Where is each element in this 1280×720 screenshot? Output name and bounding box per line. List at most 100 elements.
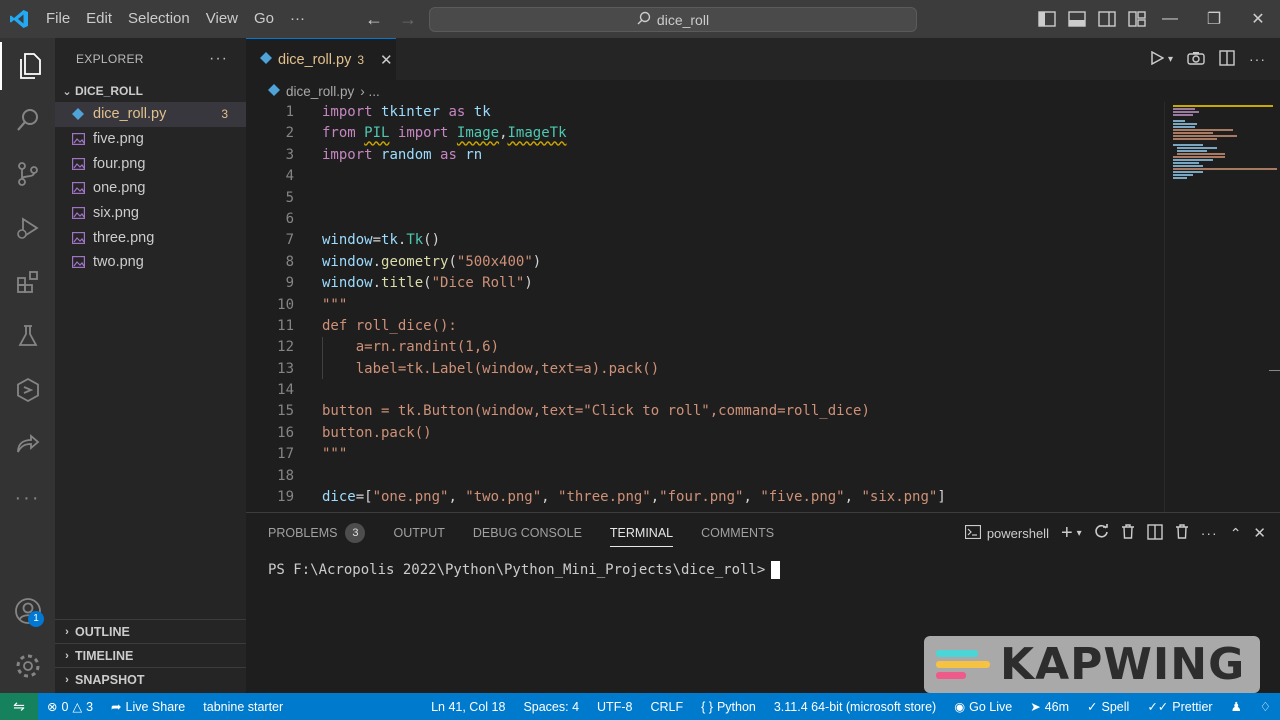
restore-icon[interactable]: ❐ — [1192, 0, 1236, 38]
encoding[interactable]: UTF-8 — [588, 700, 641, 714]
code-editor[interactable]: 1 import tkinter as tk 2 from PIL import I… — [246, 102, 1164, 512]
file-dice-roll-py[interactable]: dice_roll.py 3 — [55, 102, 246, 127]
arrow-left-icon[interactable]: ← — [362, 9, 386, 30]
breadcrumb-file[interactable]: dice_roll.py — [286, 84, 354, 99]
split-terminal-icon[interactable] — [1146, 523, 1163, 543]
more-actions-icon[interactable]: ··· — [1201, 525, 1218, 541]
kill-terminal-icon[interactable] — [1175, 524, 1189, 542]
vscode-logo-icon — [0, 0, 38, 38]
bell-icon[interactable]: ♢ — [1251, 699, 1280, 714]
python-interpreter[interactable]: 3.11.4 64-bit (microsoft store) — [765, 700, 945, 714]
testing-flask-icon[interactable] — [0, 312, 55, 360]
breadcrumb-rest[interactable]: › ... — [360, 84, 380, 99]
indent-guide — [322, 337, 323, 379]
file-six-png[interactable]: six.png — [55, 201, 246, 226]
menu-edit[interactable]: Edit — [78, 0, 120, 38]
search-activity-icon[interactable] — [0, 96, 55, 144]
source-control-icon[interactable] — [0, 150, 55, 198]
toggle-panel-icon[interactable] — [1066, 8, 1088, 30]
live-share-icon[interactable] — [0, 420, 55, 468]
minimize-icon[interactable]: — — [1148, 0, 1192, 38]
terminal-shell-selector[interactable]: powershell — [964, 524, 1049, 542]
new-terminal-icon[interactable]: + — [1061, 522, 1073, 545]
file-five-png[interactable]: five.png — [55, 127, 246, 152]
camera-icon[interactable] — [1187, 51, 1205, 68]
line-endings[interactable]: CRLF — [641, 700, 692, 714]
accounts-icon[interactable]: 1 — [0, 587, 55, 635]
remote-indicator-icon[interactable]: ⇋ — [0, 693, 38, 720]
terminal-output[interactable]: PS F:\Acropolis 2022\Python\Python_Mini_… — [268, 561, 781, 579]
problems-status[interactable]: ⊗ 0 △ 3 — [38, 699, 102, 715]
tab-problems[interactable]: PROBLEMS 3 — [268, 513, 366, 553]
go-live-label: Go Live — [969, 699, 1013, 714]
menu-file[interactable]: File — [38, 0, 78, 38]
file-four-png[interactable]: four.png — [55, 151, 246, 176]
watermark-text: KAPWING — [1000, 639, 1246, 690]
tab-output[interactable]: OUTPUT — [393, 513, 444, 553]
split-editor-icon[interactable] — [1219, 49, 1235, 69]
tabnine-status[interactable]: tabnine starter — [194, 700, 292, 714]
line-number: 15 — [277, 403, 294, 420]
tab-comments[interactable]: COMMENTS — [701, 513, 774, 553]
editor-actions: ▾ ··· — [1150, 38, 1266, 80]
command-center-search[interactable]: dice_roll — [429, 7, 917, 32]
refresh-icon[interactable] — [1094, 524, 1109, 542]
chevron-down-icon[interactable]: ▾ — [1168, 54, 1173, 65]
menu-view[interactable]: View — [198, 0, 246, 38]
maximize-panel-icon[interactable]: ⌃ — [1230, 525, 1242, 542]
cursor-position[interactable]: Ln 41, Col 18 — [422, 700, 514, 714]
explorer-icon[interactable] — [0, 42, 55, 90]
menu-selection[interactable]: Selection — [120, 0, 198, 38]
code-line: 9 window.title("Dice Roll") — [246, 273, 1164, 294]
search-icon — [637, 11, 651, 28]
chevron-down-icon[interactable]: ▾ — [1077, 528, 1082, 539]
feedback-icon[interactable]: ♟ — [1222, 699, 1251, 714]
tab-dice-roll-py[interactable]: dice_roll.py 3 ✕ — [246, 38, 396, 80]
language-label: Python — [716, 699, 756, 714]
menu-more[interactable]: ··· — [282, 0, 313, 38]
run-python-icon[interactable] — [1150, 50, 1165, 68]
language-mode[interactable]: { } Python — [692, 700, 765, 714]
run-debug-icon[interactable] — [0, 204, 55, 252]
trash-icon[interactable] — [1121, 524, 1135, 542]
code-line: 13 label=tk.Label(window,text=a).pack() — [246, 359, 1164, 380]
minimap[interactable] — [1164, 102, 1280, 512]
spell-status[interactable]: ✓ Spell — [1078, 699, 1138, 715]
tab-debug-console[interactable]: DEBUG CONSOLE — [473, 513, 582, 553]
explorer-more-icon[interactable]: ··· — [209, 50, 228, 68]
section-timeline[interactable]: › TIMELINE — [55, 643, 246, 667]
image-file-icon — [71, 255, 85, 269]
explorer-sidebar: EXPLORER ··· ⌄ DICE_ROLL dice_roll.py 3 … — [55, 38, 246, 693]
close-panel-icon[interactable]: ✕ — [1253, 524, 1266, 542]
folder-dice-roll[interactable]: ⌄ DICE_ROLL — [55, 80, 246, 102]
python-file-icon — [260, 51, 272, 68]
go-live-status[interactable]: ◉ Go Live — [945, 699, 1021, 715]
panel-tabs: PROBLEMS 3 OUTPUT DEBUG CONSOLE TERMINAL… — [268, 513, 802, 553]
time-status[interactable]: ➤ 46m — [1021, 699, 1078, 715]
prettier-status[interactable]: ✓✓ Prettier — [1138, 699, 1221, 715]
gear-icon[interactable] — [0, 642, 55, 690]
line-number: 7 — [285, 232, 294, 249]
close-icon[interactable]: ✕ — [380, 51, 393, 69]
tab-terminal[interactable]: TERMINAL — [609, 513, 674, 553]
file-three-png[interactable]: three.png — [55, 225, 246, 250]
close-window-icon[interactable]: ✕ — [1236, 0, 1280, 38]
extensions-icon[interactable] — [0, 258, 55, 306]
section-outline[interactable]: › OUTLINE — [55, 619, 246, 643]
file-two-png[interactable]: two.png — [55, 250, 246, 275]
more-activity-icon[interactable]: ··· — [0, 474, 55, 522]
line-number: 14 — [277, 382, 294, 399]
file-one-png[interactable]: one.png — [55, 176, 246, 201]
toggle-secondary-sidebar-icon[interactable] — [1096, 8, 1118, 30]
arrow-right-icon[interactable]: → — [396, 9, 420, 30]
customize-layout-icon[interactable] — [1126, 8, 1148, 30]
toggle-sidebar-icon[interactable] — [1036, 8, 1058, 30]
image-file-icon — [71, 206, 85, 220]
section-label: TIMELINE — [75, 648, 134, 663]
live-share-status[interactable]: ➦ Live Share — [102, 699, 194, 715]
more-actions-icon[interactable]: ··· — [1249, 51, 1266, 67]
indentation[interactable]: Spaces: 4 — [514, 700, 588, 714]
remote-explorer-icon[interactable] — [0, 366, 55, 414]
section-snapshot[interactable]: › SNAPSHOT — [55, 667, 246, 691]
menu-go[interactable]: Go — [246, 0, 282, 38]
